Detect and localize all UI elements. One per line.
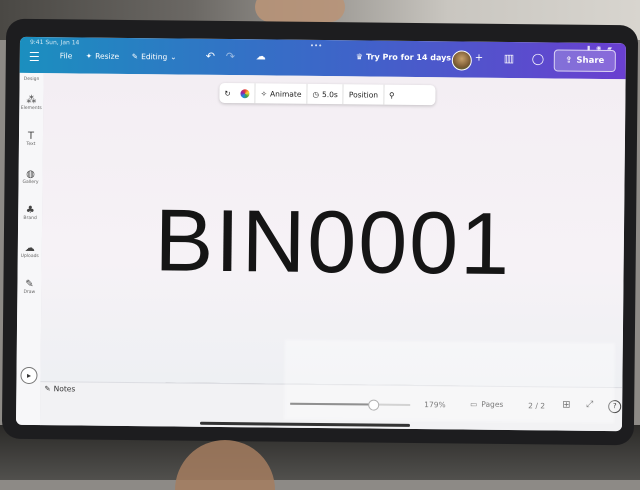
chevron-down-icon: ⌄ (170, 52, 177, 62)
pencil-icon: ✎ (131, 52, 139, 62)
share-button[interactable]: ⇪ Share (553, 49, 616, 73)
position-label: Position (348, 89, 379, 100)
sidebar-item-label: Brand (23, 215, 37, 222)
animate-button[interactable]: ✧ Animate (254, 83, 307, 104)
add-collaborator-icon[interactable]: + (475, 53, 484, 64)
sidebar-item-brand[interactable]: ♣ Brand (18, 205, 42, 222)
sidebar-item-gallery[interactable]: ◍ Gallery (18, 169, 42, 186)
more-dots-icon[interactable]: ••• (310, 42, 322, 50)
tablet-device: 9:41 Sun, Jan 14 ••• ▮ ◉ ▰ File ✦ Resize… (1, 18, 639, 446)
duration-label: 5.0s (321, 89, 338, 99)
color-button[interactable] (236, 83, 255, 103)
redo-icon[interactable]: ↷ (226, 50, 235, 63)
sidebar-item-label: Draw (23, 289, 36, 296)
file-menu-label: File (59, 51, 73, 61)
canvas-text-element[interactable]: BIN0001 (41, 190, 624, 293)
comment-icon[interactable]: ◯ (532, 52, 544, 65)
brand-icon: ♣ (25, 204, 35, 217)
try-pro-label: Try Pro for 14 days (365, 52, 452, 63)
sidebar-item-text[interactable]: T Text (19, 131, 43, 148)
tablet-screen: 9:41 Sun, Jan 14 ••• ▮ ◉ ▰ File ✦ Resize… (15, 36, 626, 432)
status-time: 9:41 Sun, Jan 14 (29, 38, 80, 47)
finger-top (255, 0, 345, 22)
expand-panel-icon[interactable]: ▸ (20, 366, 38, 385)
menu-icon[interactable] (29, 51, 39, 62)
home-indicator (199, 421, 410, 427)
share-icon: ⇪ (565, 55, 573, 66)
sidebar-item-label: Uploads (20, 253, 39, 260)
notes-icon: ✎ (44, 384, 51, 394)
upload-icon: ☁ (24, 242, 35, 255)
screen-glare (284, 339, 615, 424)
sidebar-item-label: Elements (20, 105, 42, 112)
animate-label: Animate (269, 88, 302, 99)
sidebar-item-design[interactable]: Design (20, 77, 44, 83)
share-label: Share (576, 55, 605, 66)
file-menu[interactable]: File (60, 51, 73, 60)
undo-icon[interactable]: ↶ (206, 50, 215, 63)
gallery-icon: ◍ (26, 168, 36, 181)
cloud-save-icon[interactable]: ☁ (256, 51, 266, 62)
element-toolbar: ↻ ✧ Animate ◷ 5.0s Position ⚲ (219, 82, 436, 106)
sidebar-item-label: Gallery (22, 179, 39, 186)
crown-icon: ♛ (355, 52, 364, 62)
try-pro-button[interactable]: ♛ Try Pro for 14 days (356, 52, 451, 62)
resize-label: Resize (95, 51, 120, 61)
animate-icon: ✧ (260, 88, 268, 98)
clock-icon: ◷ (312, 89, 320, 99)
sidebar-item-draw[interactable]: ✎ Draw (17, 279, 41, 296)
avatar[interactable] (451, 50, 472, 71)
paint-format-icon[interactable]: ⚲ (382, 84, 400, 105)
notes-label: Notes (53, 384, 76, 394)
sidebar-item-elements[interactable]: ⁂ Elements (19, 95, 43, 112)
rotate-icon[interactable]: ↻ (219, 83, 236, 103)
color-palette-icon (240, 88, 250, 98)
notes-button[interactable]: ✎ Notes (44, 384, 75, 393)
editing-label: Editing (141, 52, 168, 62)
sidebar-item-label: Text (26, 141, 36, 148)
resize-icon: ✦ (85, 51, 93, 61)
text-icon: T (27, 130, 35, 142)
sidebar-item-label: Design (23, 76, 40, 83)
position-button[interactable]: Position (342, 84, 384, 105)
editing-mode-button[interactable]: ✎ Editing ⌄ (132, 52, 177, 61)
insights-chart-icon[interactable]: ▥ (504, 52, 515, 65)
draw-icon: ✎ (25, 278, 34, 291)
duration-button[interactable]: ◷ 5.0s (306, 83, 343, 105)
resize-button[interactable]: ✦ Resize (86, 52, 119, 61)
shapes-icon: ⁂ (26, 94, 37, 107)
sidebar-item-uploads[interactable]: ☁ Uploads (18, 243, 42, 260)
